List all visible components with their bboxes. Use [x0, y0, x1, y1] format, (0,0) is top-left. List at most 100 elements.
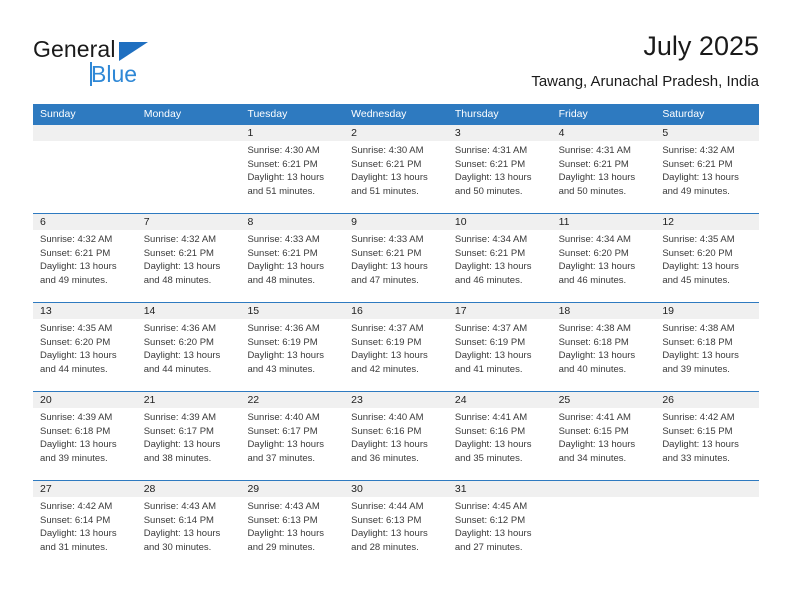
- daylight-text-line2: and 50 minutes.: [454, 185, 523, 197]
- calendar-week-row: 1 Sunrise: 4:30 AM Sunset: 6:21 PM Daylight…: [33, 125, 759, 213]
- daylight-text-line2: and 28 minutes.: [351, 541, 419, 553]
- sunrise-text: Sunrise: 4:40 AM: [351, 412, 424, 423]
- day-cell[interactable]: 15 Sunrise: 4:36 AM Sunset: 6:19 PM Dayligh…: [240, 303, 344, 391]
- calendar-grid: Sunday Monday Tuesday Wednesday Thursday Frid…: [33, 104, 759, 569]
- sunset-text: Sunset: 6:21 PM: [40, 247, 111, 259]
- sunrise-text: Sunrise: 4:31 AM: [454, 145, 528, 156]
- daylight-text-line1: Daylight: 13 hours: [143, 350, 221, 361]
- day-cell[interactable]: 3 Sunrise: 4:31 AM Sunset: 6:21 PM Daylight…: [448, 125, 552, 213]
- sunrise-text: Sunrise: 4:30 AM: [247, 145, 320, 156]
- day-number: 18: [558, 305, 571, 317]
- day-details: Sunrise: 4:32 AM Sunset: 6:21 PM Daylight:…: [662, 144, 752, 198]
- sunset-text: Sunset: 6:13 PM: [351, 514, 422, 526]
- daylight-text-line2: and 30 minutes.: [143, 541, 212, 553]
- day-number: 3: [454, 127, 461, 139]
- day-details: Sunrise: 4:45 AM Sunset: 6:12 PM Daylight:…: [455, 500, 545, 554]
- sunrise-text: Sunrise: 4:34 AM: [558, 234, 631, 245]
- day-cell[interactable]: 5 Sunrise: 4:32 AM Sunset: 6:21 PM Daylight…: [655, 125, 759, 213]
- sunrise-text: Sunrise: 4:41 AM: [454, 412, 528, 423]
- general-blue-logo[interactable]: General Blue: [33, 36, 293, 92]
- day-cell[interactable]: 1 Sunrise: 4:30 AM Sunset: 6:21 PM Daylight…: [240, 125, 344, 213]
- day-cell[interactable]: 26 Sunrise: 4:42 AM Sunset: 6:15 PM Dayligh…: [655, 392, 759, 480]
- day-cell[interactable]: 29 Sunrise: 4:43 AM Sunset: 6:13 PM Dayligh…: [240, 481, 344, 569]
- page-title: July 2025: [643, 31, 759, 61]
- day-cell[interactable]: 30 Sunrise: 4:44 AM Sunset: 6:13 PM Dayligh…: [344, 481, 448, 569]
- daylight-text-line1: Daylight: 13 hours: [662, 350, 739, 361]
- daylight-text-line1: Daylight: 13 hours: [351, 261, 428, 272]
- day-details: Sunrise: 4:41 AM Sunset: 6:16 PM Daylight:…: [455, 411, 545, 465]
- day-cell[interactable]: 12 Sunrise: 4:35 AM Sunset: 6:20 PM Dayligh…: [655, 214, 759, 302]
- day-cell[interactable]: 25 Sunrise: 4:41 AM Sunset: 6:15 PM Dayligh…: [552, 392, 656, 480]
- day-cell[interactable]: 10 Sunrise: 4:34 AM Sunset: 6:21 PM Dayligh…: [448, 214, 552, 302]
- daylight-text-line2: and 36 minutes.: [351, 452, 419, 464]
- daylight-text-line1: Daylight: 13 hours: [558, 261, 636, 272]
- weekday-header-thursday: Thursday: [454, 108, 499, 120]
- day-cell[interactable]: 11 Sunrise: 4:34 AM Sunset: 6:20 PM Dayligh…: [552, 214, 656, 302]
- daylight-text-line2: and 37 minutes.: [247, 452, 316, 464]
- daylight-text-line2: and 29 minutes.: [247, 541, 316, 553]
- calendar-page: General Blue July 2025 Tawang, Arunachal…: [0, 0, 792, 612]
- sunset-text: Sunset: 6:13 PM: [247, 514, 318, 526]
- logo-word-general: General: [33, 36, 116, 62]
- day-cell[interactable]: 21 Sunrise: 4:39 AM Sunset: 6:17 PM Dayligh…: [137, 392, 241, 480]
- day-details: Sunrise: 4:31 AM Sunset: 6:21 PM Daylight:…: [455, 144, 545, 198]
- day-details: Sunrise: 4:40 AM Sunset: 6:17 PM Daylight:…: [247, 411, 337, 465]
- sunset-text: Sunset: 6:21 PM: [454, 158, 526, 170]
- day-number: 12: [662, 216, 674, 228]
- sunrise-text: Sunrise: 4:38 AM: [558, 323, 631, 334]
- day-cell[interactable]: 23 Sunrise: 4:40 AM Sunset: 6:16 PM Dayligh…: [344, 392, 448, 480]
- day-cell[interactable]: 19 Sunrise: 4:38 AM Sunset: 6:18 PM Dayligh…: [655, 303, 759, 391]
- day-cell[interactable]: 2 Sunrise: 4:30 AM Sunset: 6:21 PM Daylight…: [344, 125, 448, 213]
- day-cell[interactable]: 22 Sunrise: 4:40 AM Sunset: 6:17 PM Dayligh…: [240, 392, 344, 480]
- day-number: 28: [143, 483, 156, 495]
- day-cell[interactable]: 4 Sunrise: 4:31 AM Sunset: 6:21 PM Daylight…: [552, 125, 656, 213]
- sunrise-text: Sunrise: 4:40 AM: [247, 412, 320, 423]
- daylight-text-line2: and 44 minutes.: [40, 363, 108, 375]
- daylight-text-line2: and 43 minutes.: [247, 363, 316, 375]
- day-cell[interactable]: 24 Sunrise: 4:41 AM Sunset: 6:16 PM Dayligh…: [448, 392, 552, 480]
- day-cell[interactable]: 6 Sunrise: 4:32 AM Sunset: 6:21 PM Daylight…: [33, 214, 137, 302]
- day-cell[interactable]: 27 Sunrise: 4:42 AM Sunset: 6:14 PM Dayligh…: [33, 481, 137, 569]
- day-cell[interactable]: 20 Sunrise: 4:39 AM Sunset: 6:18 PM Dayligh…: [33, 392, 137, 480]
- day-cell-empty: [137, 125, 241, 213]
- weekday-header-tuesday: Tuesday: [247, 108, 288, 120]
- day-cell-empty: [33, 125, 137, 213]
- daylight-text-line2: and 31 minutes.: [40, 541, 108, 553]
- daylight-text-line1: Daylight: 13 hours: [351, 528, 428, 539]
- day-number: 26: [662, 394, 674, 406]
- day-number: 31: [454, 483, 467, 495]
- day-cell[interactable]: 16 Sunrise: 4:37 AM Sunset: 6:19 PM Dayligh…: [344, 303, 448, 391]
- day-number: 10: [454, 216, 467, 228]
- sunset-text: Sunset: 6:19 PM: [351, 336, 422, 348]
- day-cell[interactable]: 13 Sunrise: 4:35 AM Sunset: 6:20 PM Dayligh…: [33, 303, 137, 391]
- day-cell[interactable]: 9 Sunrise: 4:33 AM Sunset: 6:21 PM Daylight…: [344, 214, 448, 302]
- day-number: 9: [351, 216, 357, 228]
- daylight-text-line1: Daylight: 13 hours: [558, 439, 636, 450]
- daylight-text-line1: Daylight: 13 hours: [40, 528, 117, 539]
- sunset-text: Sunset: 6:15 PM: [558, 425, 629, 437]
- sunrise-text: Sunrise: 4:32 AM: [143, 234, 217, 245]
- day-cell[interactable]: 18 Sunrise: 4:38 AM Sunset: 6:18 PM Dayligh…: [552, 303, 656, 391]
- day-cell[interactable]: 14 Sunrise: 4:36 AM Sunset: 6:20 PM Dayligh…: [137, 303, 241, 391]
- daylight-text-line1: Daylight: 13 hours: [143, 439, 221, 450]
- daylight-text-line2: and 35 minutes.: [454, 452, 523, 464]
- sunrise-text: Sunrise: 4:36 AM: [143, 323, 217, 334]
- day-details: Sunrise: 4:32 AM Sunset: 6:21 PM Daylight:…: [40, 233, 130, 287]
- sunrise-text: Sunrise: 4:43 AM: [143, 501, 217, 512]
- calendar-week-row: 20 Sunrise: 4:39 AM Sunset: 6:18 PM Dayligh…: [33, 391, 759, 480]
- daylight-text-line1: Daylight: 13 hours: [247, 172, 325, 183]
- sunset-text: Sunset: 6:21 PM: [247, 247, 318, 259]
- day-cell[interactable]: 28 Sunrise: 4:43 AM Sunset: 6:14 PM Dayligh…: [137, 481, 241, 569]
- day-cell[interactable]: 31 Sunrise: 4:45 AM Sunset: 6:12 PM Dayligh…: [448, 481, 552, 569]
- day-details: Sunrise: 4:30 AM Sunset: 6:21 PM Daylight:…: [351, 144, 441, 198]
- day-details: Sunrise: 4:33 AM Sunset: 6:21 PM Daylight:…: [247, 233, 337, 287]
- page-subtitle: Tawang, Arunachal Pradesh, India: [531, 73, 759, 90]
- sunset-text: Sunset: 6:17 PM: [143, 425, 214, 437]
- day-details: Sunrise: 4:42 AM Sunset: 6:14 PM Daylight:…: [40, 500, 130, 554]
- day-cell[interactable]: 17 Sunrise: 4:37 AM Sunset: 6:19 PM Dayligh…: [448, 303, 552, 391]
- day-cell[interactable]: 8 Sunrise: 4:33 AM Sunset: 6:21 PM Daylight…: [240, 214, 344, 302]
- daylight-text-line1: Daylight: 13 hours: [662, 439, 739, 450]
- day-number: 4: [558, 127, 565, 139]
- sunrise-text: Sunrise: 4:45 AM: [454, 501, 528, 512]
- day-cell[interactable]: 7 Sunrise: 4:32 AM Sunset: 6:21 PM Daylight…: [137, 214, 241, 302]
